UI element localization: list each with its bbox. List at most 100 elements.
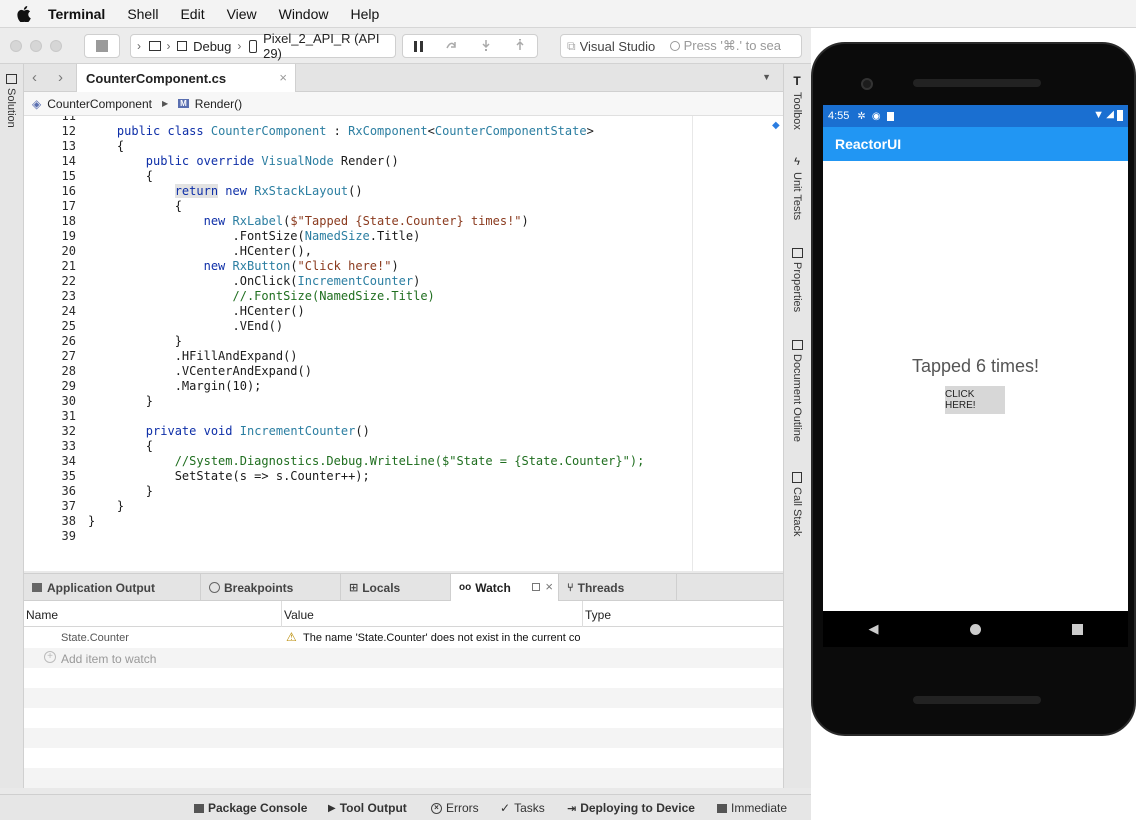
float-pad-icon[interactable] <box>532 583 540 591</box>
code-line[interactable]: 12 public class CounterComponent : RxCom… <box>24 124 783 139</box>
document-outline-pad-toggle[interactable]: Document Outline <box>791 340 803 442</box>
code-line[interactable]: 13 { <box>24 139 783 154</box>
call-stack-pad-toggle[interactable]: Call Stack <box>791 472 803 537</box>
run-config-selector[interactable]: › › Debug › Pixel_2_API_R (API 29) <box>130 31 396 61</box>
pause-icon <box>414 40 424 52</box>
config-icon <box>176 41 188 51</box>
code-line[interactable]: 31 <box>24 409 783 424</box>
search-box[interactable]: ⧉ Visual Studio Press '⌘.' to sea <box>560 34 802 58</box>
step-over-button[interactable] <box>445 39 457 54</box>
code-line[interactable]: 24 .HCenter() <box>24 304 783 319</box>
apple-menu[interactable] <box>0 5 48 22</box>
code-line[interactable]: 35 SetState(s => s.Counter++); <box>24 469 783 484</box>
bookmark-icon: ◆ <box>772 120 780 131</box>
tab-countercomponent[interactable]: CounterComponent.cs × <box>76 64 296 92</box>
call-stack-icon <box>792 472 802 483</box>
step-out-button[interactable] <box>514 38 526 54</box>
nav-forward-button[interactable]: › <box>58 69 63 86</box>
home-button[interactable] <box>969 623 981 635</box>
document-outline-label: Document Outline <box>791 354 803 443</box>
line-number: 18 <box>61 214 76 228</box>
click-here-button-label: CLICK HERE! <box>945 389 976 411</box>
code-text: .HCenter(), <box>88 244 312 258</box>
code-line[interactable]: 20 .HCenter(), <box>24 244 783 259</box>
breadcrumb-method[interactable]: Render() <box>195 97 242 111</box>
android-emulator: 4:55 ✲ ◉ ▼ ◢ ReactorUI Tapped 6 times! C… <box>811 28 1136 820</box>
tab-threads[interactable]: ⑂ Threads <box>559 574 677 601</box>
tab-watch[interactable]: oo Watch × <box>451 574 559 601</box>
add-watch-row[interactable]: + Add item to watch <box>24 648 783 668</box>
code-line[interactable]: 14 public override VisualNode Render() <box>24 154 783 169</box>
console-icon <box>194 803 204 813</box>
tool-output-button[interactable]: ▶ Tool Output <box>328 801 407 815</box>
stop-button[interactable] <box>84 34 120 58</box>
code-line[interactable]: 38} <box>24 514 783 529</box>
tab-list-dropdown-icon[interactable]: ▼ <box>762 72 771 82</box>
code-line[interactable]: 34 //System.Diagnostics.Debug.WriteLine(… <box>24 454 783 469</box>
watch-row[interactable]: State.Counter ⚠ The name 'State.Counter'… <box>24 628 783 648</box>
code-line[interactable]: 27 .HFillAndExpand() <box>24 349 783 364</box>
code-line[interactable]: 25 .VEnd() <box>24 319 783 334</box>
tab-close-icon[interactable]: × <box>279 70 287 85</box>
errors-button[interactable]: × Errors <box>431 801 479 815</box>
step-into-button[interactable] <box>480 39 492 54</box>
column-value[interactable]: Value <box>284 608 314 622</box>
code-line[interactable]: 11 <box>24 116 783 124</box>
click-here-button[interactable]: CLICK HERE! <box>945 386 1005 414</box>
code-line[interactable]: 32 private void IncrementCounter() <box>24 424 783 439</box>
threads-icon: ⑂ <box>567 581 574 594</box>
back-button[interactable]: ◀ <box>869 621 879 637</box>
menu-shell[interactable]: Shell <box>127 6 158 22</box>
code-editor[interactable]: 11 12 public class CounterComponent : RxC… <box>24 116 783 571</box>
minimize-window-button[interactable] <box>30 40 42 52</box>
phone-screen[interactable]: 4:55 ✲ ◉ ▼ ◢ ReactorUI Tapped 6 times! C… <box>823 105 1128 611</box>
code-line[interactable]: 19 .FontSize(NamedSize.Title) <box>24 229 783 244</box>
code-line[interactable]: 39 <box>24 529 783 544</box>
code-line[interactable]: 21 new RxButton("Click here!") <box>24 259 783 274</box>
tasks-button[interactable]: ✓ Tasks <box>500 801 545 815</box>
menu-help[interactable]: Help <box>350 6 379 22</box>
unit-tests-pad-toggle[interactable]: ϟ Unit Tests <box>791 156 803 220</box>
code-line[interactable]: 15 { <box>24 169 783 184</box>
zoom-window-button[interactable] <box>50 40 62 52</box>
solution-pad-toggle[interactable]: Solution <box>5 74 17 128</box>
method-icon: M <box>178 99 189 108</box>
tasks-label: Tasks <box>514 801 545 815</box>
breadcrumb-class[interactable]: CounterComponent <box>47 97 152 111</box>
code-line[interactable]: 28 .VCenterAndExpand() <box>24 364 783 379</box>
menu-view[interactable]: View <box>227 6 257 22</box>
code-line[interactable]: 37 } <box>24 499 783 514</box>
search-input[interactable]: Press '⌘.' to sea <box>684 38 781 54</box>
code-line[interactable]: 23 //.FontSize(NamedSize.Title) <box>24 289 783 304</box>
nav-back-button[interactable]: ‹ <box>32 69 37 86</box>
immediate-button[interactable]: Immediate <box>717 801 787 815</box>
column-type[interactable]: Type <box>585 608 611 622</box>
package-console-button[interactable]: Package Console <box>194 801 307 815</box>
code-line[interactable]: 30 } <box>24 394 783 409</box>
pause-button[interactable] <box>414 40 424 52</box>
code-line[interactable]: 17 { <box>24 199 783 214</box>
code-line[interactable]: 22 .OnClick(IncrementCounter) <box>24 274 783 289</box>
code-line[interactable]: 36 } <box>24 484 783 499</box>
code-text: .FontSize(NamedSize.Title) <box>88 229 421 243</box>
overview-button[interactable] <box>1071 623 1083 635</box>
code-line[interactable]: 18 new RxLabel($"Tapped {State.Counter} … <box>24 214 783 229</box>
properties-pad-toggle[interactable]: Properties <box>791 248 803 312</box>
toolbox-pad-toggle[interactable]: T Toolbox <box>791 74 803 130</box>
code-line[interactable]: 29 .Margin(10); <box>24 379 783 394</box>
menu-app[interactable]: Terminal <box>48 6 105 22</box>
menu-edit[interactable]: Edit <box>180 6 204 22</box>
column-name[interactable]: Name <box>26 608 58 622</box>
tab-breakpoints[interactable]: Breakpoints <box>201 574 341 601</box>
tab-locals[interactable]: ⊞ Locals <box>341 574 451 601</box>
call-stack-label: Call Stack <box>791 487 803 537</box>
close-pad-icon[interactable]: × <box>545 579 553 594</box>
close-window-button[interactable] <box>10 40 22 52</box>
deploying-to-device-button[interactable]: ⇥ Deploying to Device <box>567 801 695 815</box>
menu-window[interactable]: Window <box>279 6 329 22</box>
code-line[interactable]: 33 { <box>24 439 783 454</box>
code-line[interactable]: 16 return new RxStackLayout() <box>24 184 783 199</box>
code-line[interactable]: 26 } <box>24 334 783 349</box>
watch-row-name: State.Counter <box>61 632 129 644</box>
tab-application-output[interactable]: Application Output <box>24 574 201 601</box>
